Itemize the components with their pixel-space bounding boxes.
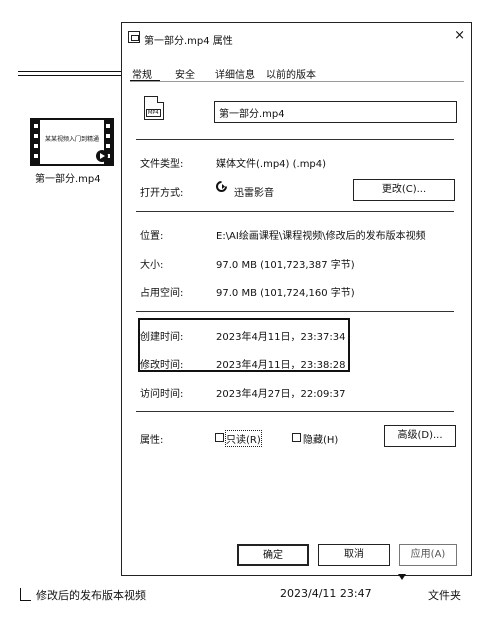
readonly-checkbox[interactable]: [215, 433, 224, 442]
size-label: 大小:: [140, 260, 164, 271]
file-properties-icon: [128, 31, 140, 43]
created-value: 2023年4月11日，23:37:34: [216, 332, 346, 343]
change-button[interactable]: 更改(C)...: [353, 179, 455, 201]
mouse-cursor-icon: [398, 574, 406, 580]
attributes-label: 属性:: [140, 435, 164, 446]
disk-size-value: 97.0 MB (101,724,160 字节): [216, 288, 355, 299]
readonly-label[interactable]: 只读(R): [225, 430, 262, 447]
section-divider: [136, 411, 454, 412]
cancel-button[interactable]: 取消: [318, 544, 390, 566]
ok-button[interactable]: 确定: [237, 544, 309, 566]
open-with-value: 迅雷影音: [234, 188, 274, 199]
accessed-value: 2023年4月27日，22:09:37: [216, 389, 346, 400]
filename-input[interactable]: 第一部分.mp4: [214, 101, 457, 123]
folder-type: 文件夹: [428, 589, 461, 602]
modified-label: 修改时间:: [140, 360, 184, 371]
folder-name[interactable]: 修改后的发布版本视频: [36, 587, 146, 603]
section-divider: [136, 139, 454, 140]
location-value: E:\AI绘画课程\课程视频\修改后的发布版本视频: [216, 231, 426, 242]
advanced-button[interactable]: 高级(D)...: [384, 425, 456, 447]
section-divider: [136, 311, 454, 312]
player-app-icon: [216, 181, 227, 192]
desktop-file-label[interactable]: 第一部分.mp4: [35, 170, 101, 185]
hidden-label[interactable]: 隐藏(H): [303, 431, 338, 446]
background-divider: [18, 71, 121, 72]
tab-previous-versions[interactable]: 以前的版本: [266, 66, 316, 81]
created-label: 创建时间:: [140, 332, 184, 343]
section-divider: [136, 211, 454, 212]
thumbnail-text: 某某视频入门到精通: [44, 136, 99, 143]
properties-dialog: 第一部分.mp4 属性 × 常规 安全 详细信息 以前的版本 MP4 第一部分.…: [121, 22, 472, 576]
open-with-label: 打开方式:: [140, 188, 184, 199]
disk-size-label: 占用空间:: [140, 288, 184, 299]
background-divider: [18, 75, 121, 76]
video-thumbnail[interactable]: 某某视频入门到精通: [30, 118, 114, 166]
apply-button[interactable]: 应用(A): [399, 544, 457, 566]
accessed-label: 访问时间:: [140, 389, 184, 400]
type-label: 文件类型:: [140, 159, 184, 170]
tab-details[interactable]: 详细信息: [215, 66, 255, 81]
size-value: 97.0 MB (101,723,387 字节): [216, 260, 355, 271]
video-file-icon: MP4: [144, 96, 164, 120]
modified-value: 2023年4月11日，23:38:28: [216, 360, 346, 371]
tab-panel-border: [130, 81, 464, 82]
tab-general[interactable]: 常规: [132, 66, 152, 81]
type-value: 媒体文件(.mp4) (.mp4): [216, 159, 327, 170]
folder-date: 2023/4/11 23:47: [280, 587, 372, 600]
close-icon[interactable]: ×: [454, 29, 465, 43]
dialog-title: 第一部分.mp4 属性: [144, 36, 233, 47]
folder-icon: [20, 588, 31, 601]
file-type-tag: MP4: [146, 109, 161, 117]
play-icon: [96, 150, 108, 162]
location-label: 位置:: [140, 231, 164, 242]
tab-security[interactable]: 安全: [175, 66, 195, 81]
hidden-checkbox[interactable]: [292, 433, 301, 442]
